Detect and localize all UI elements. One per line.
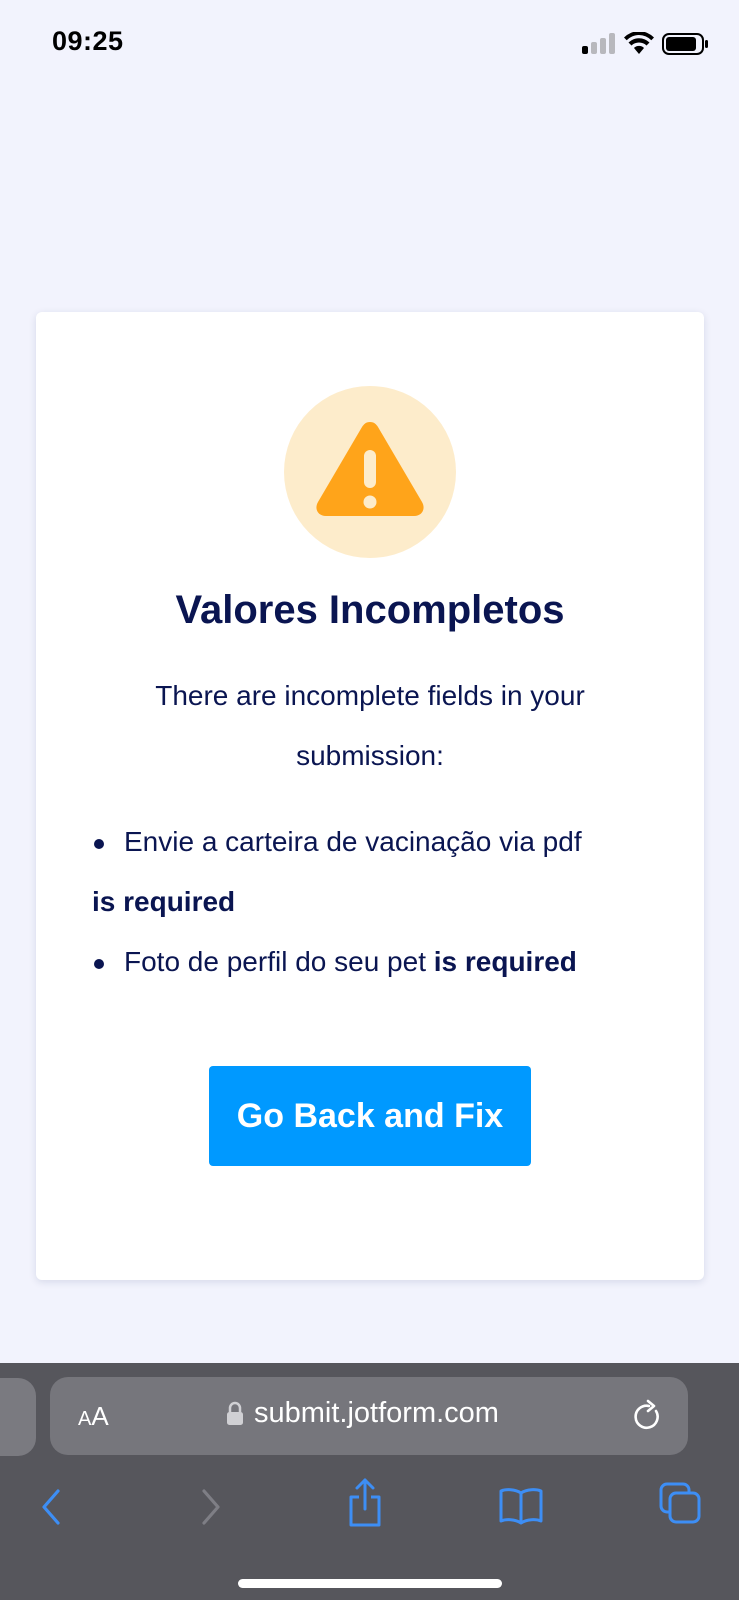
lock-icon (227, 1401, 243, 1425)
card-title: Valores Incompletos (175, 588, 565, 632)
previous-tab-preview[interactable] (0, 1378, 36, 1456)
browser-toolbar: AA submit.jotform.com (0, 1363, 739, 1600)
page-settings-button[interactable]: AA (78, 1401, 109, 1432)
error-item: Foto de perfil do seu pet is required (92, 932, 672, 992)
go-back-and-fix-button[interactable]: Go Back and Fix (209, 1066, 531, 1166)
url-text: submit.jotform.com (254, 1397, 499, 1429)
status-bar: 09:25 (0, 0, 739, 90)
back-icon[interactable] (38, 1487, 64, 1527)
reload-icon[interactable] (634, 1399, 664, 1433)
error-field-name: Envie a carteira de vacinação via pdf (124, 826, 582, 857)
card-message: There are incomplete fields in your subm… (155, 680, 585, 771)
status-time: 09:25 (52, 26, 124, 56)
cellular-signal-icon (582, 32, 616, 54)
battery-icon (662, 33, 708, 55)
forward-icon[interactable] (198, 1487, 224, 1527)
error-item: Envie a carteira de vacinação via pdf is… (92, 812, 672, 932)
wifi-icon (624, 32, 654, 54)
error-list: Envie a carteira de vacinação via pdf is… (92, 812, 672, 992)
warning-badge (284, 386, 456, 558)
error-card: Valores Incompletos There are incomplete… (36, 312, 704, 1280)
share-icon[interactable] (346, 1477, 384, 1529)
error-required-label: is required (433, 946, 577, 977)
tabs-icon[interactable] (658, 1481, 702, 1525)
error-required-label: is required (92, 886, 236, 917)
error-field-name: Foto de perfil do seu pet (124, 946, 434, 977)
bookmarks-icon[interactable] (498, 1487, 544, 1525)
address-bar[interactable]: AA submit.jotform.com (50, 1377, 688, 1455)
home-indicator (238, 1579, 502, 1588)
warning-triangle-icon (316, 422, 424, 516)
